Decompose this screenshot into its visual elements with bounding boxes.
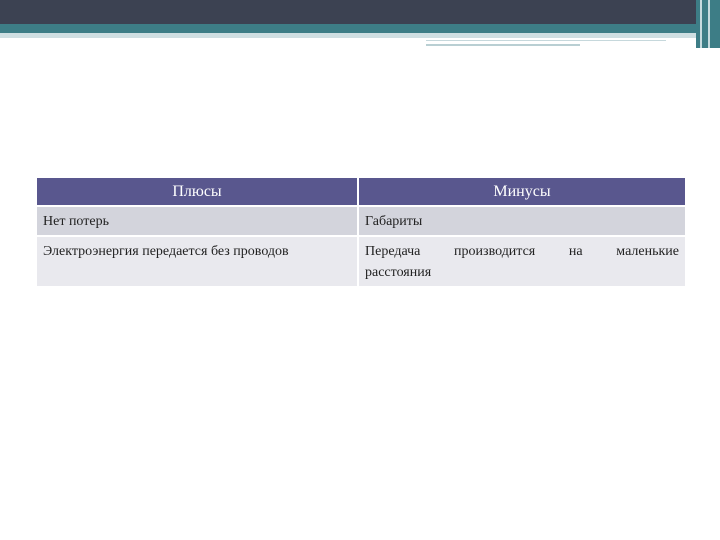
corner-stripe: [700, 0, 702, 48]
cell-cons: Передача производится на маленькие расст…: [359, 237, 685, 288]
corner-stripe: [708, 0, 710, 48]
top-accent-bar: [0, 24, 720, 33]
table-row: Электроэнергия передается без проводов П…: [37, 237, 685, 288]
header-pros: Плюсы: [37, 178, 359, 207]
cell-cons-line: Передача производится на маленькие: [365, 244, 679, 259]
top-light-bar: [0, 33, 720, 38]
table-header-row: Плюсы Минусы: [37, 178, 685, 207]
pros-cons-table: Плюсы Минусы Нет потерь Габариты Электро…: [37, 178, 685, 288]
cell-cons: Габариты: [359, 207, 685, 237]
header-cons: Минусы: [359, 178, 685, 207]
cell-cons-line: расстояния: [365, 265, 432, 280]
accent-line: [426, 44, 580, 46]
cell-pros: Электроэнергия передается без проводов: [37, 237, 359, 288]
accent-line: [426, 40, 666, 41]
cell-pros: Нет потерь: [37, 207, 359, 237]
table-row: Нет потерь Габариты: [37, 207, 685, 237]
top-header-bar: [0, 0, 720, 24]
